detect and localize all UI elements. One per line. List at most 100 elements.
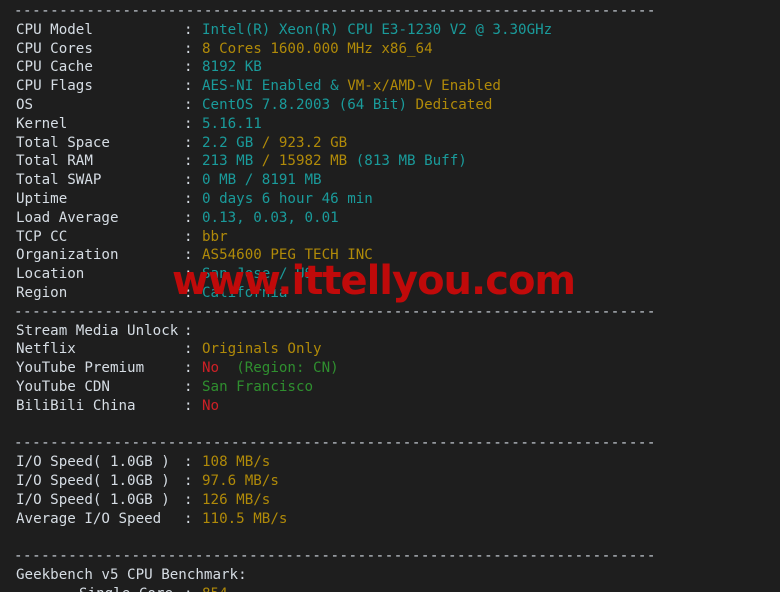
row-value: San Jose / US <box>202 266 314 283</box>
row-value: No <box>202 397 220 414</box>
row-colon: : <box>184 266 193 283</box>
row-label: YouTube Premium <box>16 360 145 377</box>
row-colon: : <box>184 378 193 395</box>
row-value: 0 MB / 8191 MB <box>202 172 322 189</box>
output-row: Total Space:2.2 GB / 923.2 GB <box>0 134 656 153</box>
geekbench-heading: Geekbench v5 CPU Benchmark: <box>16 566 247 583</box>
row-label: Location <box>16 266 85 283</box>
row-value: 0 days 6 hour 46 min <box>202 190 373 207</box>
row-value: 0.13, 0.03, 0.01 <box>202 209 339 226</box>
row-label: I/O Speed( 1.0GB ) <box>16 472 170 489</box>
row-label: Total SWAP <box>16 172 102 189</box>
row-colon: : <box>184 78 193 95</box>
row-colon: : <box>184 322 193 339</box>
row-value: 213 MB <box>202 153 262 170</box>
row-value: / 15982 MB <box>261 153 356 170</box>
output-row: CPU Cores:8 Cores 1600.000 MHz x86_64 <box>0 40 656 59</box>
row-label: Load Average <box>16 209 119 226</box>
row-label: Total RAM <box>16 153 93 170</box>
row-value: 8 Cores 1600.000 MHz x86_64 <box>202 40 433 57</box>
row-colon: : <box>184 153 193 170</box>
row-colon: : <box>184 228 193 245</box>
row-value: Dedicated <box>415 96 493 113</box>
row-colon: : <box>184 59 193 76</box>
row-value: (Region: CN) <box>236 360 339 377</box>
row-label: BiliBili China <box>16 397 136 414</box>
output-row: Total SWAP:0 MB / 8191 MB <box>0 171 656 190</box>
output-row: Region: California <box>0 284 656 303</box>
row-value: 126 MB/s <box>202 491 271 508</box>
row-value: California <box>202 284 288 301</box>
row-colon: : <box>184 284 193 301</box>
row-colon: : <box>184 40 193 57</box>
separator-after-stream: ----------------------------------------… <box>14 435 656 452</box>
row-value: Originals Only <box>202 341 322 358</box>
row-value: 2.2 GB <box>202 134 262 151</box>
output-row: TCP CC: bbr <box>0 228 656 247</box>
output-row: Uptime:0 days 6 hour 46 min <box>0 190 656 209</box>
row-value <box>219 360 236 376</box>
separator-top: ----------------------------------------… <box>14 3 656 19</box>
row-value: CentOS 7.8.2003 (64 Bit) <box>202 96 416 113</box>
row-label: CPU Cores <box>16 40 93 57</box>
row-value: 110.5 MB/s <box>202 510 288 527</box>
row-label: CPU Flags <box>16 78 93 95</box>
row-label: Stream Media Unlock <box>16 322 179 339</box>
terminal-window: ----------------------------------------… <box>0 0 780 592</box>
io-speed-section: I/O Speed( 1.0GB ):108 MB/s I/O Speed( 1.… <box>0 453 656 528</box>
row-colon: : <box>184 360 193 377</box>
row-label: Single Core <box>0 585 184 592</box>
output-row: I/O Speed( 1.0GB ):97.6 MB/s <box>0 472 656 491</box>
row-colon: : <box>184 454 193 471</box>
row-label: Average I/O Speed <box>16 510 162 527</box>
output-row: Netflix: Originals Only <box>0 340 656 359</box>
terminal-output: ----------------------------------------… <box>0 0 656 592</box>
output-row: I/O Speed( 1.0GB ):108 MB/s <box>0 453 656 472</box>
row-colon: : <box>184 134 193 151</box>
row-label: Netflix <box>16 341 76 358</box>
row-value: AS54600 PEG TECH INC <box>202 247 373 264</box>
stream-media-section: Stream Media Unlock: Netflix: Originals On… <box>0 322 656 416</box>
output-row: Stream Media Unlock: <box>0 322 656 341</box>
output-row: OS: CentOS 7.8.2003 (64 Bit) Dedicated <box>0 96 656 115</box>
row-value: / 923.2 GB <box>261 134 348 151</box>
row-label: CPU Cache <box>16 59 93 76</box>
row-value: 108 MB/s <box>202 454 271 471</box>
row-colon: : <box>184 510 193 527</box>
row-label: OS <box>16 96 34 113</box>
output-row: CPU Flags: AES-NI Enabled & VM-x/AMD-V En… <box>0 77 656 96</box>
row-value: 8192 KB <box>202 59 262 76</box>
row-colon: : <box>184 247 193 264</box>
row-colon: : <box>184 172 193 189</box>
output-row: YouTube Premium: No (Region: CN) <box>0 359 656 378</box>
row-value: Intel(R) Xeon(R) CPU E3-1230 V2 @ 3.30GH… <box>202 21 553 38</box>
output-row: Total RAM:213 MB / 15982 MB (813 MB Buff… <box>0 152 656 171</box>
row-value: 854 <box>202 586 228 592</box>
row-value: VM-x/AMD-V Enabled <box>347 78 501 95</box>
row-value: bbr <box>202 228 228 245</box>
row-label: I/O Speed( 1.0GB ) <box>16 491 170 508</box>
output-row: Average I/O Speed:110.5 MB/s <box>0 510 656 529</box>
row-label: CPU Model <box>16 21 93 38</box>
output-row: I/O Speed( 1.0GB ):126 MB/s <box>0 491 656 510</box>
output-row: Organization: AS54600 PEG TECH INC <box>0 246 656 265</box>
row-colon: : <box>184 190 193 207</box>
output-row: BiliBili China: No <box>0 397 656 416</box>
row-colon: : <box>184 21 193 38</box>
output-row: Kernel:5.16.11 <box>0 115 656 134</box>
row-label: YouTube CDN <box>16 378 110 395</box>
row-label: Region <box>16 284 68 301</box>
row-value: (813 MB Buff) <box>355 153 467 170</box>
row-label: Uptime <box>16 190 68 207</box>
output-row: CPU Model: Intel(R) Xeon(R) CPU E3-1230 V… <box>0 21 656 40</box>
separator-after-io: ----------------------------------------… <box>14 548 656 565</box>
row-value: AES-NI Enabled & <box>202 78 348 95</box>
output-row: Single Core:854 <box>0 585 656 592</box>
row-colon: : <box>184 209 193 226</box>
row-colon: : <box>184 491 193 508</box>
output-row: YouTube CDN: San Francisco <box>0 378 656 397</box>
geekbench-section: Geekbench v5 CPU Benchmark: Single Core:8… <box>0 566 656 592</box>
row-colon: : <box>184 585 202 592</box>
